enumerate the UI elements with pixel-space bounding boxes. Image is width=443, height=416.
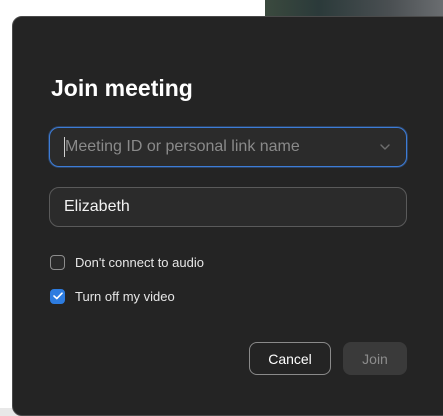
display-name-field[interactable]	[49, 187, 407, 227]
dialog-title: Join meeting	[51, 75, 193, 101]
option-dont-connect-audio[interactable]: Don't connect to audio	[50, 253, 204, 271]
cancel-button[interactable]: Cancel	[249, 342, 331, 375]
join-meeting-dialog: Join meeting Don't connect to audio Turn…	[12, 16, 443, 416]
join-button[interactable]: Join	[343, 342, 407, 375]
option-turn-off-video[interactable]: Turn off my video	[50, 287, 175, 305]
checkmark-icon	[52, 292, 63, 300]
display-name-input[interactable]	[64, 198, 392, 216]
audio-option-label: Don't connect to audio	[75, 254, 204, 270]
video-option-label: Turn off my video	[75, 288, 175, 304]
video-checkbox[interactable]	[50, 288, 65, 304]
meeting-id-input[interactable]	[65, 138, 378, 156]
audio-checkbox[interactable]	[50, 254, 65, 270]
chevron-down-icon[interactable]	[378, 140, 392, 154]
meeting-id-field[interactable]	[49, 127, 407, 167]
